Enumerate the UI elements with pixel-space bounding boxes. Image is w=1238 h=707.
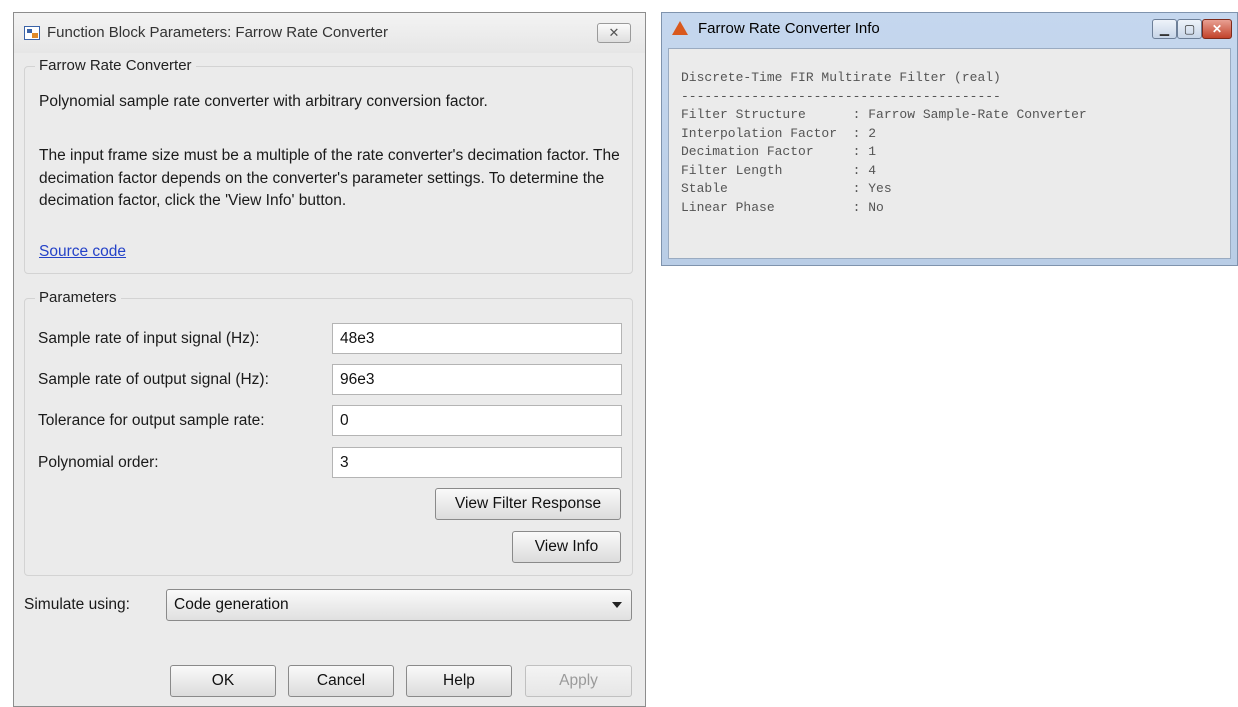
filter-info-text: Discrete-Time FIR Multirate Filter (real…: [681, 70, 1087, 215]
simulate-using-value: Code generation: [174, 596, 289, 613]
dialog-title: Function Block Parameters: Farrow Rate C…: [47, 24, 388, 41]
input-sample-rate-label: Sample rate of input signal (Hz):: [38, 330, 260, 347]
help-button[interactable]: Help: [406, 665, 512, 697]
polynomial-order-label: Polynomial order:: [38, 454, 159, 471]
block-description-summary: Polynomial sample rate converter with ar…: [39, 93, 488, 110]
dialog-title-bar[interactable]: Function Block Parameters: Farrow Rate C…: [14, 13, 645, 53]
polynomial-order-field[interactable]: [332, 447, 622, 478]
minimize-icon[interactable]: ▁: [1152, 19, 1177, 39]
view-info-button[interactable]: View Info: [512, 531, 621, 563]
input-sample-rate-field[interactable]: [332, 323, 622, 354]
block-description-group: Farrow Rate Converter Polynomial sample …: [24, 57, 633, 274]
close-icon[interactable]: ✕: [1202, 19, 1232, 39]
output-sample-rate-field[interactable]: [332, 364, 622, 395]
output-rate-tolerance-label: Tolerance for output sample rate:: [38, 412, 265, 429]
apply-button[interactable]: Apply: [525, 665, 632, 697]
simulate-using-select[interactable]: Code generation: [166, 589, 632, 621]
cancel-button[interactable]: Cancel: [288, 665, 394, 697]
parameters-group: Parameters Sample rate of input signal (…: [24, 289, 633, 576]
matlab-icon: [672, 21, 688, 35]
simulink-block-icon: [24, 26, 40, 40]
output-sample-rate-label: Sample rate of output signal (Hz):: [38, 371, 269, 388]
block-group-legend: Farrow Rate Converter: [35, 57, 196, 74]
output-rate-tolerance-field[interactable]: [332, 405, 622, 436]
ok-button[interactable]: OK: [170, 665, 276, 697]
close-icon[interactable]: ✕: [597, 23, 631, 43]
chevron-down-icon: [612, 602, 622, 608]
view-filter-response-button[interactable]: View Filter Response: [435, 488, 621, 520]
parameters-legend: Parameters: [35, 289, 121, 306]
filter-info-window: Farrow Rate Converter Info ▁ ▢ ✕ Discret…: [661, 12, 1238, 266]
block-parameters-dialog: Function Block Parameters: Farrow Rate C…: [13, 12, 646, 707]
maximize-icon[interactable]: ▢: [1177, 19, 1202, 39]
block-description-details: The input frame size must be a multiple …: [39, 147, 620, 209]
source-code-link[interactable]: Source code: [39, 243, 126, 261]
simulate-using-label: Simulate using:: [24, 596, 130, 613]
info-window-title: Farrow Rate Converter Info: [698, 20, 880, 37]
info-content-area: Discrete-Time FIR Multirate Filter (real…: [668, 48, 1231, 259]
